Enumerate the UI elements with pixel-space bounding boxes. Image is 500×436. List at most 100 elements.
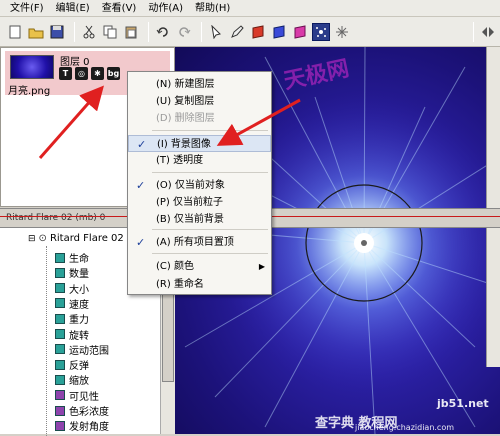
tree-root[interactable]: ⊟ ⊙ Ritard Flare 02 (	[28, 233, 131, 244]
target-icon[interactable]: ◎	[75, 67, 88, 80]
layer-name: 图层 0	[60, 57, 90, 68]
property-icon	[55, 267, 65, 278]
layer-icons: T ◎ ✱ bg	[59, 67, 120, 80]
canvas-scrollbar[interactable]	[486, 47, 500, 367]
context-menu-label: (N) 新建图层	[156, 79, 215, 90]
tree-item[interactable]: 缩放	[55, 372, 89, 387]
tree-item-label: 速度	[69, 299, 89, 311]
tree-item-label: 缩放	[69, 376, 89, 388]
collapse-icon[interactable]: ⊟	[28, 234, 36, 244]
property-icon	[55, 252, 65, 263]
tree-item-label: 可见性	[69, 391, 99, 403]
menu-edit[interactable]: 编辑(E)	[50, 0, 96, 17]
redo-icon[interactable]	[175, 23, 193, 41]
property-icon	[55, 344, 65, 355]
menu-separator	[152, 229, 268, 230]
toolbar	[0, 17, 500, 47]
context-menu-item[interactable]: ✓ (O) 仅当前对象	[128, 177, 271, 194]
tree-item[interactable]: 可见性	[55, 388, 99, 403]
menu-view[interactable]: 查看(V)	[96, 0, 143, 17]
context-menu-label: (U) 复制图层	[156, 96, 215, 107]
tree-item-label: 运动范围	[69, 345, 109, 357]
property-icon	[55, 298, 65, 309]
pen-icon[interactable]	[228, 23, 246, 41]
property-icon	[55, 405, 65, 416]
tree-item-label: 发射角度	[69, 422, 109, 434]
bg-icon[interactable]: bg	[107, 67, 120, 80]
toolbar-separator	[148, 21, 149, 42]
context-menu-label: (T) 透明度	[156, 155, 204, 166]
tree-item-label: 反弹	[69, 361, 89, 373]
context-menu: (N) 新建图层 (U) 复制图层 (D) 删除图层 ✓ (I) 背景图像 (T) 透明度…	[127, 71, 272, 295]
context-menu-item[interactable]: (N) 新建图层	[128, 76, 271, 93]
context-menu-item[interactable]: (P) 仅当前粒子	[128, 194, 271, 211]
context-menu-label: (D) 删除图层	[156, 113, 215, 124]
layer-thumbnail	[10, 55, 54, 79]
menu-separator	[152, 130, 268, 131]
tree-item-label: 生命	[69, 254, 89, 265]
context-menu-item[interactable]: (C) 颜色 ▶	[128, 258, 271, 275]
layer-file-name: 月亮.png	[8, 86, 51, 97]
tree-item[interactable]: 旋转	[55, 327, 89, 342]
watermark-site: jb51.net	[437, 397, 489, 410]
tree-item[interactable]: 重力	[55, 311, 89, 326]
check-icon: ✓	[136, 236, 146, 249]
menu-separator	[152, 172, 268, 173]
menu-action[interactable]: 动作(A)	[142, 0, 189, 17]
context-menu-item[interactable]: ✓ (A) 所有项目置顶	[128, 234, 271, 251]
tree-item-label: 数量	[69, 269, 89, 281]
tree-item[interactable]: 反弹	[55, 357, 89, 372]
copy-icon[interactable]	[101, 23, 119, 41]
tree-item[interactable]: 速度	[55, 296, 89, 311]
submenu-arrow-icon: ▶	[258, 262, 265, 271]
tree-item[interactable]: 发射角度	[55, 418, 109, 433]
context-menu-label: (A) 所有项目置顶	[156, 237, 234, 248]
tree-item-label: 重力	[69, 315, 89, 327]
context-menu-item[interactable]: (R) 重命名	[128, 276, 271, 293]
nav-icon[interactable]	[479, 23, 497, 41]
undo-icon[interactable]	[154, 23, 172, 41]
tree-root-label: Ritard Flare 02 (	[49, 233, 131, 244]
context-menu-item[interactable]: ✓ (I) 背景图像	[128, 135, 271, 152]
context-menu-label: (O) 仅当前对象	[156, 180, 225, 191]
property-icon	[55, 374, 65, 385]
save-icon[interactable]	[48, 23, 66, 41]
context-menu-label: (R) 重命名	[156, 279, 204, 290]
property-icon	[55, 359, 65, 370]
property-icon	[55, 420, 65, 431]
emitter-icon: ⊙	[38, 233, 47, 244]
red-shape-icon[interactable]	[249, 23, 267, 41]
open-icon[interactable]	[27, 23, 45, 41]
context-menu-item[interactable]: (B) 仅当前背景	[128, 211, 271, 228]
menu-bar: 文件(F) 编辑(E) 查看(V) 动作(A) 帮助(H)	[0, 0, 500, 17]
blue-shape-icon[interactable]	[270, 23, 288, 41]
spark-icon[interactable]	[333, 23, 351, 41]
pointer-icon[interactable]	[207, 23, 225, 41]
particle-icon[interactable]	[312, 22, 330, 41]
check-icon: ✓	[137, 138, 147, 151]
context-menu-item[interactable]: (T) 透明度	[128, 152, 271, 169]
gear-icon[interactable]: ✱	[91, 67, 104, 80]
tree-item[interactable]: 色彩浓度	[55, 403, 109, 418]
menu-file[interactable]: 文件(F)	[4, 0, 50, 17]
pink-shape-icon[interactable]	[291, 23, 309, 41]
tree-item[interactable]: 生命	[55, 250, 89, 265]
property-icon	[55, 283, 65, 294]
text-icon[interactable]: T	[59, 67, 72, 80]
menu-help[interactable]: 帮助(H)	[189, 0, 236, 17]
tree-item-label: 旋转	[69, 330, 89, 342]
context-menu-item[interactable]: (U) 复制图层	[128, 93, 271, 110]
toolbar-separator	[473, 21, 474, 42]
toolbar-separator	[74, 21, 75, 42]
cut-icon[interactable]	[80, 23, 98, 41]
context-menu-item[interactable]: (D) 删除图层	[128, 110, 271, 127]
tree-lines	[46, 246, 47, 436]
panel-header-title: Ritard Flare 02 (mb) 0	[6, 213, 106, 223]
tree-item[interactable]: 数量	[55, 265, 89, 280]
tree-item[interactable]: 运动范围	[55, 342, 109, 357]
paste-icon[interactable]	[122, 23, 140, 41]
new-icon[interactable]	[6, 23, 24, 41]
tree-item[interactable]: 大小	[55, 281, 89, 296]
context-menu-label: (C) 颜色	[156, 261, 194, 272]
menu-separator	[152, 253, 268, 254]
